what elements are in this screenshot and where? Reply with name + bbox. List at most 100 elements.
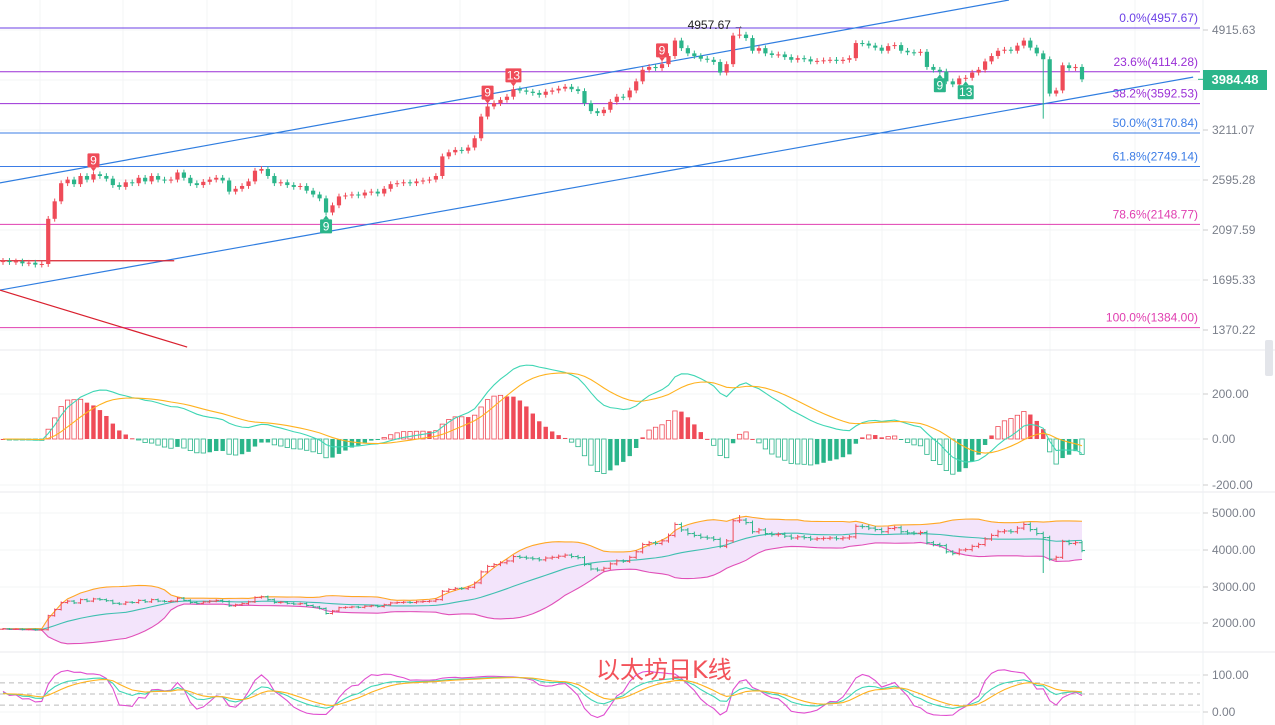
macd-histogram-bar [788,438,794,464]
candle-body [1021,40,1026,46]
candle-body [563,86,568,89]
boll-panel [0,515,1085,645]
axis-label: -200.00 [1212,478,1253,492]
candle [298,183,303,190]
candle [181,169,187,181]
candle-body [802,58,807,60]
candle-body [194,183,199,186]
candle [168,176,174,184]
candle-body [201,181,206,186]
candle-body [886,46,891,51]
candle-body [982,61,988,70]
macd-histogram-bar [892,435,898,440]
candle-body [543,91,548,95]
macd-histogram-bar [750,438,755,440]
fib-label: 78.6%(2148.77) [1113,207,1198,221]
candle-body [479,116,484,139]
candle-body [136,177,141,184]
macd-histogram-bar [562,437,568,439]
candle-body [440,156,445,176]
candle-body [575,89,581,92]
candle-body [1060,65,1065,91]
candle [634,78,639,94]
candle-body [311,190,316,195]
marker-pointer [659,57,666,62]
candle [808,56,813,65]
macd-histogram-bar [259,439,264,443]
macd-histogram-bar [904,438,911,443]
candle-body [175,172,180,180]
macd-histogram-bar [705,438,710,440]
candle-body [298,185,303,187]
macd-histogram-bar [161,438,168,448]
candle [537,90,542,98]
axis-label: 200.00 [1212,387,1249,401]
macd-histogram-bar [1073,439,1078,452]
td-sequential-marker: 9 [656,43,669,62]
candle-body [924,51,930,67]
axis-label: 2097.59 [1212,223,1256,237]
macd-histogram-bar [530,413,536,439]
axis-label: 2000.00 [1212,616,1256,630]
candle [239,183,245,192]
candle-body [840,59,846,61]
grid [0,0,1275,725]
candle-body [65,179,70,184]
candle-body [78,175,83,185]
candle [853,40,858,62]
candle [898,42,904,54]
candle [1073,64,1078,71]
high-price-label: 4957.67 [688,18,732,32]
marker-text: 9 [484,86,491,100]
macd-histogram-bar [775,438,781,458]
macd-histogram-bar [594,438,601,472]
candle [0,257,6,265]
candle-body [860,43,865,45]
macd-panel [0,364,1085,475]
current-price-label: 3984.48 [1203,70,1267,90]
macd-histogram-bar [58,406,64,440]
candle-body [317,194,322,199]
macd-histogram-bar [924,438,930,455]
candle-body [892,45,897,47]
macd-histogram-bar [911,438,917,446]
candle [563,83,568,92]
macd-histogram-bar [175,439,180,447]
candle-body [214,177,219,180]
candle-body [905,50,910,53]
candle [466,144,471,154]
macd-histogram-bar [917,438,924,447]
macd-histogram-bar [665,420,672,440]
candle-body [789,57,794,60]
macd-histogram-bar [879,437,884,439]
candle [472,135,477,151]
candle-body [407,182,413,184]
candle [1054,87,1059,97]
macd-histogram-bar [271,438,277,446]
panel-scroll-handle[interactable] [1265,340,1273,376]
macd-histogram-bar [110,423,116,439]
macd-histogram-bar [252,439,258,447]
boll-band-fill [3,516,1082,644]
candle [982,58,988,73]
candle [453,147,458,156]
marker-pointer [510,82,517,87]
candle-body [97,174,103,176]
macd-histogram-bar [646,429,652,440]
candle-body [91,174,96,180]
candle-body [976,69,981,73]
macd-histogram-bar [717,438,723,456]
candle-body [931,66,936,70]
candle [433,173,438,183]
candle-body [13,261,19,263]
trend-line-channel-lower [0,76,1194,291]
candle-body [814,60,820,62]
candle [608,99,613,113]
candle [614,93,619,105]
candle [937,66,942,75]
macd-histogram-bar [194,438,200,454]
candle [814,58,820,65]
candle [840,56,846,64]
candle [323,195,329,216]
candle-body [388,184,393,189]
